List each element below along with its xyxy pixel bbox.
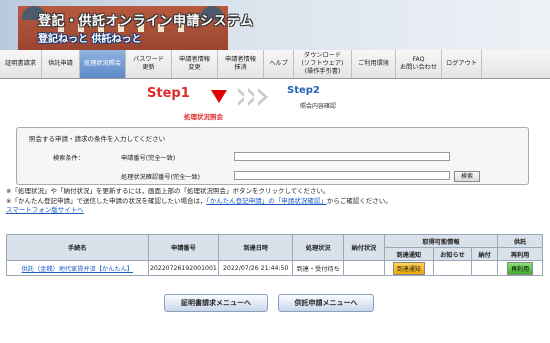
nav-help[interactable]: ヘルプ <box>264 50 294 78</box>
cert-menu-button[interactable]: 証明書請求メニューへ <box>164 294 268 312</box>
nav-label: ログアウト <box>446 60 477 67</box>
nav-download[interactable]: ダウンロード (ソフトウェア) (操作手引書) <box>294 50 352 78</box>
search-conditions-panel: 照会する申請・請求の条件を入力してください 検索条件： 申請番号(完全一致) 処… <box>16 127 529 185</box>
nav-applicant-change[interactable]: 申請者情報 変更 <box>172 50 218 78</box>
row-reuse: 再利用 <box>497 260 543 276</box>
nav-label: 供託申請 <box>48 60 73 67</box>
col-arrival-notice: 到達通知 <box>383 247 434 261</box>
step2-label: Step2 <box>287 85 320 96</box>
step1-caption: 処理状況照会 <box>184 113 223 121</box>
reuse-button[interactable]: 再利用 <box>507 261 534 275</box>
nav-applicant-delete[interactable]: 申請者情報 抹消 <box>218 50 264 78</box>
row-status: 到達・受付待ち <box>292 260 345 276</box>
chevron-inner <box>254 88 264 106</box>
results-table: 手続名 申請番号 到達日時 処理状況 納付状況 取得可能情報 供託 到達通知 お… <box>6 234 543 276</box>
col-number: 申請番号 <box>147 234 220 261</box>
application-number-input[interactable] <box>234 152 450 161</box>
notes: ※「処理状況」や「納付状況」を更新するには，画面上部の「処理状況照会」ボタンをク… <box>6 187 392 216</box>
nav-label: ご利用環境 <box>358 60 389 67</box>
current-step-arrow-icon <box>211 90 227 103</box>
col-name: 手続名 <box>6 234 149 261</box>
nav-label: 申請者情報 変更 <box>179 56 210 71</box>
simple-apply-status-link[interactable]: 「かんたん登記申請」の「申請状況確認」 <box>206 197 326 205</box>
col-available-info: 取得可能情報 <box>383 234 499 248</box>
note-text: ※「かんたん登記申請」で送信した申請の状況を確認したい場合は， <box>6 196 207 205</box>
system-subtitle: 登記ねっと 供託ねっと <box>38 34 142 45</box>
step1-label: Step1 <box>147 86 190 101</box>
col-arrival: 到達日時 <box>218 234 294 261</box>
row-arrival-notice: 到達通知 <box>383 260 434 276</box>
system-title: 登記・供託オンライン申請システム <box>38 14 254 29</box>
nav-cert-request[interactable]: 証明書請求 <box>0 50 42 78</box>
table-row: 供託（金銭）地代家賃弁済【かんたん】 20220726192001001 202… <box>6 260 543 276</box>
application-number-label: 申請番号(完全一致) <box>121 155 176 162</box>
nav-logout[interactable]: ログアウト <box>442 50 482 78</box>
step2-caption: 照会内容確認 <box>300 103 337 110</box>
conditions-label: 検索条件： <box>53 155 84 162</box>
col-status: 処理状況 <box>292 234 345 261</box>
nav-label: パスワード 更新 <box>133 56 164 71</box>
nav-faq[interactable]: FAQ お問い合わせ <box>396 50 442 78</box>
main-nav: 証明書請求 供託申請 処理状況照会 パスワード 更新 申請者情報 変更 申請者情… <box>0 50 550 79</box>
col-deposit: 供託 <box>497 234 543 248</box>
row-arrival: 2022/07/26 21:44:50 <box>218 260 294 276</box>
nav-label: 処理状況照会 <box>83 60 122 67</box>
nav-environment[interactable]: ご利用環境 <box>352 50 396 78</box>
col-pay: 納付 <box>471 247 499 261</box>
note-refresh: ※「処理状況」や「納付状況」を更新するには，画面上部の「処理状況照会」ボタンをク… <box>6 187 330 195</box>
procedure-link[interactable]: 供託（金銭）地代家賃弁済【かんたん】 <box>22 266 133 273</box>
nav-label: ヘルプ <box>269 60 288 67</box>
arrival-notice-button[interactable]: 到達通知 <box>392 261 425 275</box>
status-check-number-input[interactable] <box>234 171 450 180</box>
header-banner: 登記・供託オンライン申請システム 登記ねっと 供託ねっと <box>0 0 550 50</box>
status-check-number-label: 処理状況確認番号(完全一致) <box>121 174 201 181</box>
row-notice <box>432 260 473 276</box>
col-reuse: 再利用 <box>497 247 543 261</box>
row-pay <box>471 260 499 276</box>
chevron-inner <box>234 88 244 106</box>
nav-status-inquiry[interactable]: 処理状況照会 <box>80 50 126 78</box>
col-payment: 納付状況 <box>343 234 385 261</box>
note-simple-apply: ※「かんたん登記申請」で送信した申請の状況を確認したい場合は，「かんたん登記申請… <box>6 197 392 207</box>
nav-label: FAQ お問い合わせ <box>399 56 438 71</box>
nav-label: 申請者情報 抹消 <box>225 56 256 71</box>
nav-deposit-apply[interactable]: 供託申請 <box>42 50 80 78</box>
smartphone-site-link[interactable]: スマートフォン版サイトへ <box>6 206 392 216</box>
chevron-inner <box>244 88 254 106</box>
search-button[interactable]: 検索 <box>454 171 480 182</box>
nav-password-update[interactable]: パスワード 更新 <box>126 50 172 78</box>
row-payment <box>343 260 385 276</box>
row-number: 20220726192001001 <box>147 260 220 276</box>
nav-label: ダウンロード (ソフトウェア) (操作手引書) <box>301 52 344 75</box>
col-notice: お知らせ <box>432 247 473 261</box>
deposit-menu-button[interactable]: 供託申請メニューへ <box>278 294 374 312</box>
row-name[interactable]: 供託（金銭）地代家賃弁済【かんたん】 <box>6 260 149 276</box>
conditions-intro: 照会する申請・請求の条件を入力してください <box>29 135 166 143</box>
nav-label: 証明書請求 <box>5 60 36 67</box>
note-text: からご確認ください。 <box>326 196 392 205</box>
